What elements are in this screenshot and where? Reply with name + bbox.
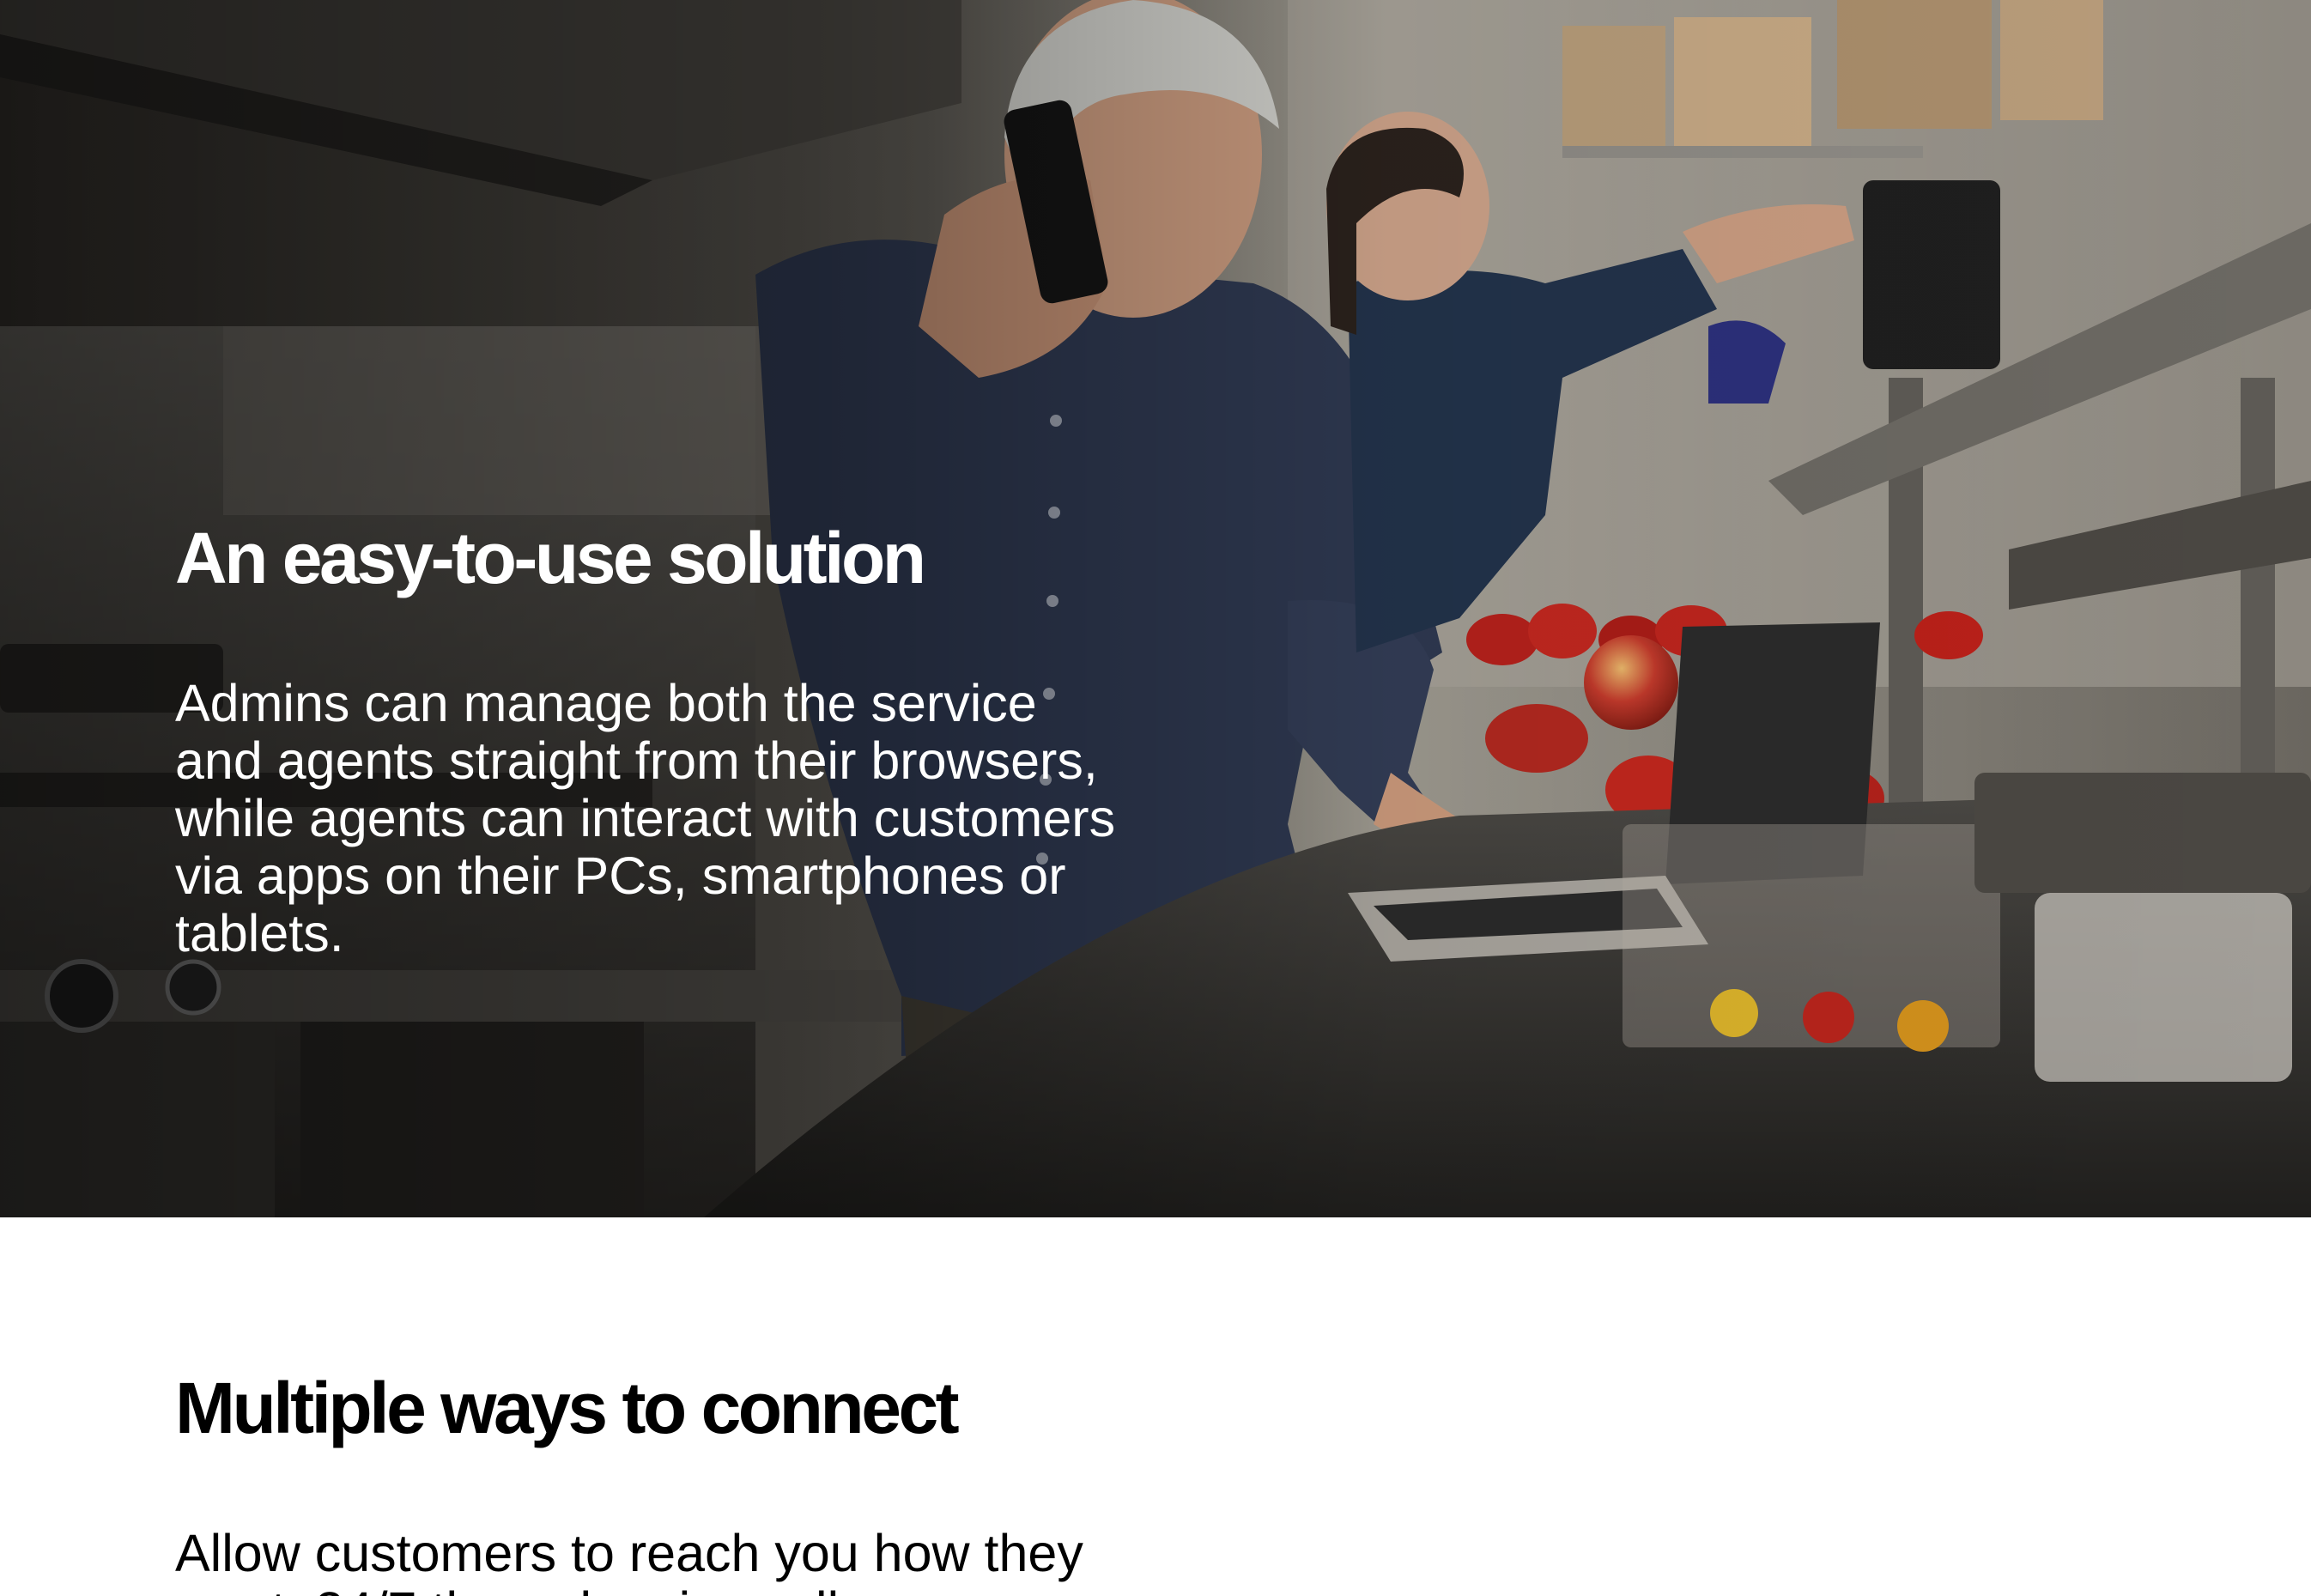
page: An easy-to-use solution Admins can manag… xyxy=(0,0,2311,1596)
hero-section: An easy-to-use solution Admins can manag… xyxy=(0,0,2311,1217)
hero-content: An easy-to-use solution Admins can manag… xyxy=(175,515,1162,962)
hero-body-text: Admins can manage both the service and a… xyxy=(175,674,1116,962)
hero-heading: An easy-to-use solution xyxy=(175,518,926,598)
connect-section: Multiple ways to connect Allow customers… xyxy=(0,1217,2311,1596)
connect-heading: Multiple ways to connect xyxy=(175,1368,960,1448)
connect-body-text: Allow customers to reach you how they wa… xyxy=(175,1524,1083,1596)
